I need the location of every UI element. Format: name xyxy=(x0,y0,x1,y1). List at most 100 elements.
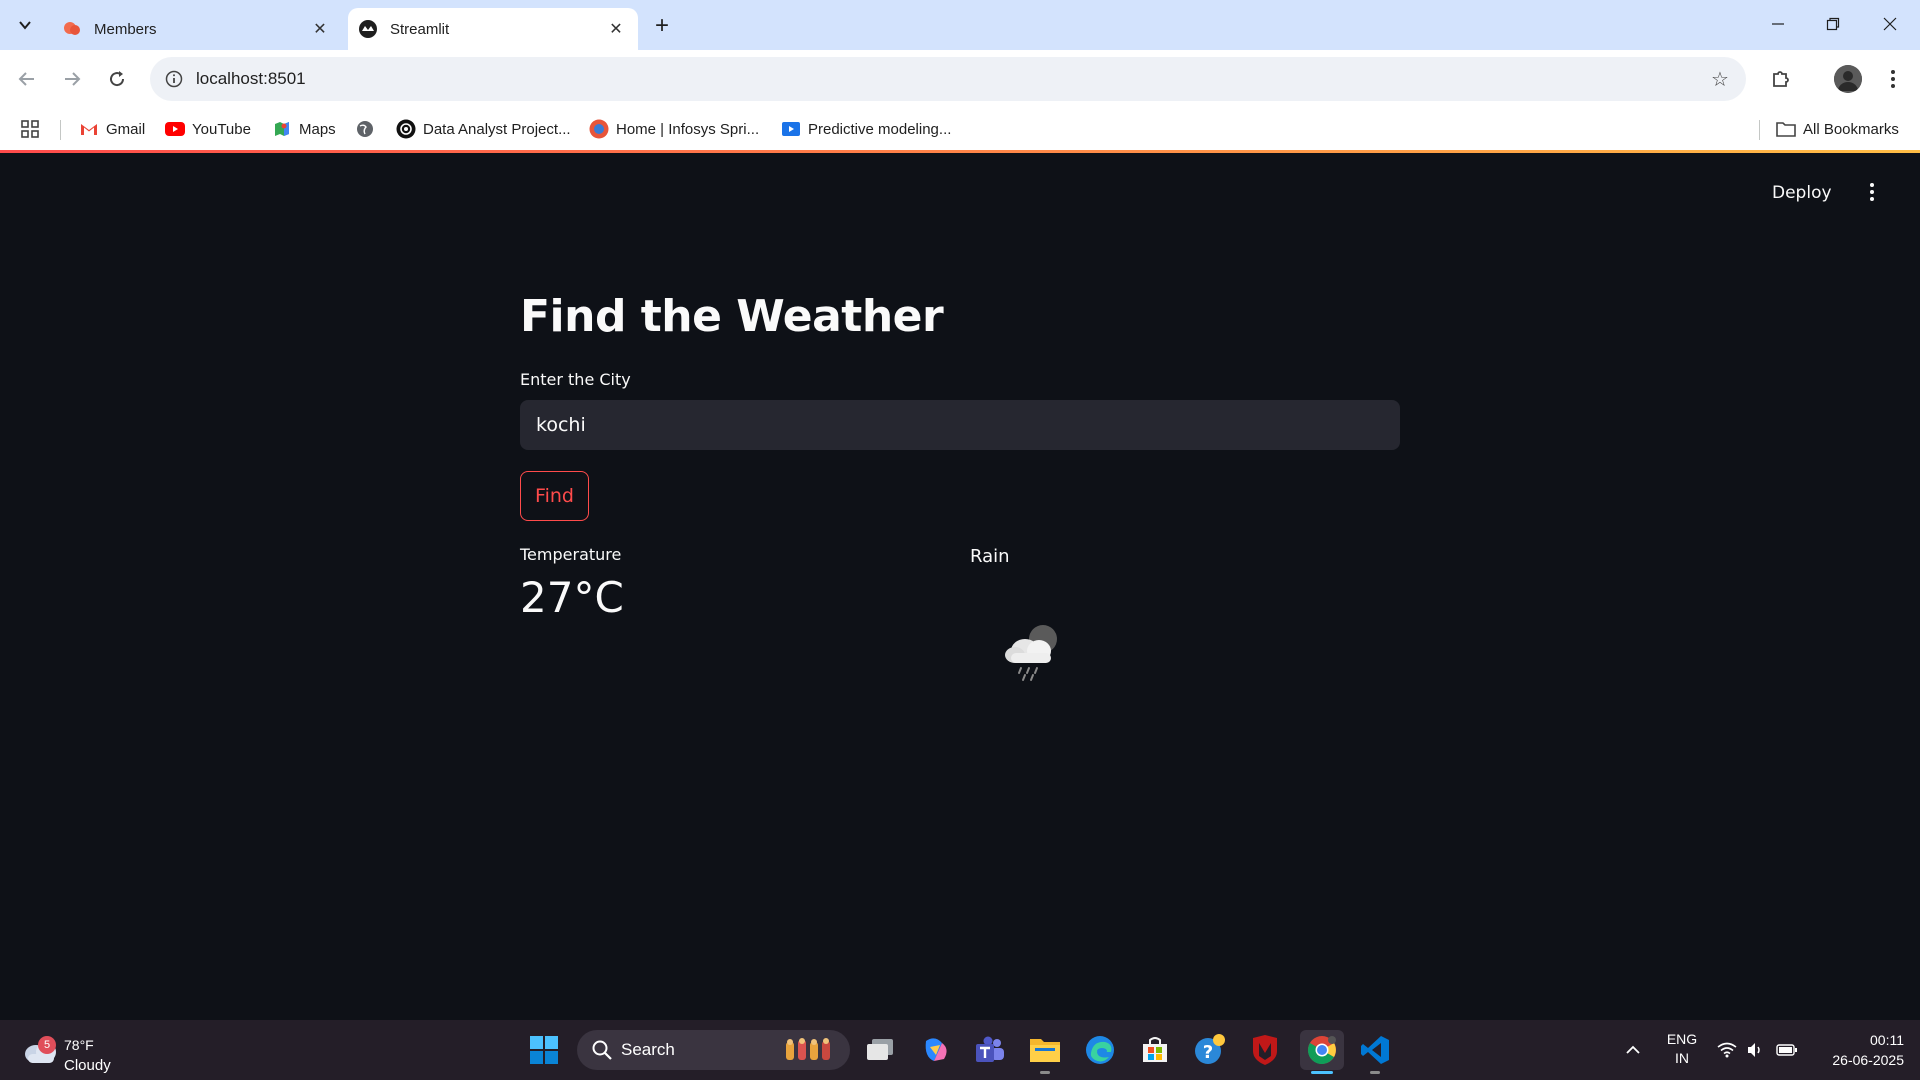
back-button[interactable] xyxy=(10,62,44,96)
network-status[interactable] xyxy=(1714,1020,1740,1080)
folder-icon xyxy=(1030,1039,1060,1062)
teams-icon xyxy=(976,1036,1004,1062)
site-info-icon[interactable] xyxy=(160,65,188,93)
weather-alert-badge: 5 xyxy=(38,1036,56,1054)
weather-condition: Cloudy xyxy=(64,1057,111,1074)
tab-search-button[interactable] xyxy=(8,10,42,40)
taskbar-help[interactable]: ? xyxy=(1190,1030,1230,1070)
show-hidden-icons[interactable] xyxy=(1618,1020,1648,1080)
taskbar-task-view[interactable] xyxy=(860,1030,900,1070)
region-code: IN xyxy=(1675,1050,1689,1066)
mcafee-shield-icon xyxy=(1253,1035,1277,1065)
arrow-right-icon xyxy=(65,72,81,86)
bookmark-infosys[interactable]: Home | Infosys Spri... xyxy=(589,116,759,142)
taskbar: 5 78°F Cloudy Search ? ENG IN 00:11 26-0… xyxy=(0,1020,1920,1080)
bookmark-maps[interactable]: Maps xyxy=(272,116,336,142)
star-icon[interactable]: ☆ xyxy=(1708,67,1732,91)
store-icon xyxy=(1143,1037,1167,1062)
browser-toolbar: localhost:8501 ☆ xyxy=(0,50,1920,108)
taskbar-file-explorer[interactable] xyxy=(1025,1030,1065,1070)
battery-status[interactable] xyxy=(1772,1020,1802,1080)
search-highlight-icon xyxy=(786,1038,830,1060)
taskbar-chrome[interactable] xyxy=(1300,1030,1344,1070)
taskbar-teams[interactable] xyxy=(970,1030,1010,1070)
search-icon xyxy=(592,1040,612,1060)
folder-icon xyxy=(1776,119,1796,139)
openai-icon xyxy=(396,119,416,139)
reload-button[interactable] xyxy=(100,62,134,96)
all-bookmarks-button[interactable]: All Bookmarks xyxy=(1776,116,1899,142)
taskbar-mcafee[interactable] xyxy=(1245,1030,1285,1070)
taskbar-vscode[interactable] xyxy=(1355,1030,1395,1070)
rain-cloud-icon xyxy=(1005,625,1057,681)
chrome-icon xyxy=(1308,1036,1336,1065)
vscode-icon xyxy=(1361,1036,1389,1064)
extensions-button[interactable] xyxy=(1764,62,1798,96)
active-indicator xyxy=(1311,1071,1333,1074)
tab-streamlit[interactable]: Streamlit ✕ xyxy=(348,8,638,50)
find-button[interactable]: Find xyxy=(520,471,589,521)
bookmark-label: Home | Infosys Spri... xyxy=(616,120,760,138)
arrow-left-icon xyxy=(18,72,34,86)
restore-button[interactable] xyxy=(1811,8,1855,40)
taskbar-search[interactable]: Search xyxy=(577,1030,850,1070)
profile-avatar[interactable] xyxy=(1834,65,1862,93)
volume-control[interactable] xyxy=(1742,1020,1768,1080)
app-menu-button[interactable] xyxy=(1862,179,1882,205)
browser-menu-button[interactable] xyxy=(1878,62,1908,96)
tab-title: Members xyxy=(94,20,157,38)
wifi-icon xyxy=(1717,1042,1737,1058)
close-icon xyxy=(1883,17,1897,31)
address-bar[interactable]: localhost:8501 ☆ xyxy=(150,57,1746,101)
running-indicator xyxy=(1040,1071,1050,1074)
chevron-up-icon xyxy=(1626,1045,1640,1054)
chevron-down-icon xyxy=(19,21,31,30)
members-favicon-icon xyxy=(62,19,82,39)
speaker-icon xyxy=(1748,1043,1760,1057)
page-title: Find the Weather xyxy=(520,291,944,342)
video-play-icon xyxy=(781,119,801,139)
url-text[interactable]: localhost:8501 xyxy=(196,69,306,89)
help-icon: ? xyxy=(1195,1034,1225,1064)
clock-time: 00:11 xyxy=(1870,1032,1904,1048)
bookmark-separator xyxy=(60,120,61,140)
gmail-icon xyxy=(79,119,99,139)
tab-members[interactable]: Members ✕ xyxy=(52,8,342,50)
taskbar-store[interactable] xyxy=(1135,1030,1175,1070)
clock-date: 26-06-2025 xyxy=(1832,1052,1904,1068)
system-clock[interactable]: 00:11 26-06-2025 xyxy=(1812,1030,1904,1070)
city-input-label: Enter the City xyxy=(520,370,631,389)
maps-icon xyxy=(272,119,292,139)
bookmark-predictive[interactable]: Predictive modeling... xyxy=(781,116,951,142)
bookmark-globe[interactable] xyxy=(355,116,375,142)
edge-icon xyxy=(1086,1036,1114,1064)
bookmark-label: Data Analyst Project... xyxy=(423,120,571,138)
close-icon[interactable]: ✕ xyxy=(308,17,332,41)
bookmark-gmail[interactable]: Gmail xyxy=(79,116,145,142)
start-button[interactable] xyxy=(524,1030,564,1070)
browser-tab-bar: Members ✕ Streamlit ✕ + xyxy=(0,0,1920,50)
temperature-value: 27°C xyxy=(520,573,624,622)
taskbar-weather-widget[interactable]: 5 78°F Cloudy xyxy=(22,1028,132,1074)
close-icon[interactable]: ✕ xyxy=(604,17,628,41)
deploy-button[interactable]: Deploy xyxy=(1772,183,1832,203)
bookmark-data-analyst[interactable]: Data Analyst Project... xyxy=(396,116,571,142)
rain-label: Rain xyxy=(970,546,1010,567)
city-input[interactable] xyxy=(520,400,1400,450)
new-tab-button[interactable]: + xyxy=(648,12,676,40)
close-window-button[interactable] xyxy=(1868,8,1912,40)
bookmarks-bar: Gmail YouTube Maps Data Analyst Project.… xyxy=(0,108,1920,150)
taskbar-copilot[interactable] xyxy=(915,1030,955,1070)
taskbar-edge[interactable] xyxy=(1080,1030,1120,1070)
reload-icon xyxy=(110,71,125,87)
running-indicator xyxy=(1370,1071,1380,1074)
minimize-button[interactable] xyxy=(1756,8,1800,40)
language-indicator[interactable]: ENG IN xyxy=(1662,1030,1702,1068)
forward-button[interactable] xyxy=(55,62,89,96)
minimize-icon xyxy=(1772,23,1784,25)
bookmark-youtube[interactable]: YouTube xyxy=(165,116,251,142)
streamlit-favicon-icon xyxy=(358,19,378,39)
copilot-icon xyxy=(925,1038,947,1061)
svg-text:?: ? xyxy=(1203,1042,1213,1063)
apps-button[interactable] xyxy=(20,116,40,142)
